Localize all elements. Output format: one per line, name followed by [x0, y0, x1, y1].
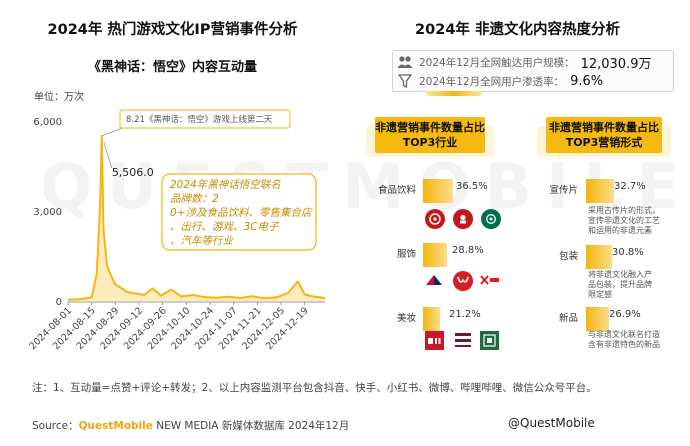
industry-header-line2: TOP3行业 [402, 136, 458, 149]
starbucks-logo [481, 209, 501, 229]
source-brand: QuestMobile [78, 420, 153, 432]
industry-panel-header: 非遗营销事件数量占比 TOP3行业 [375, 117, 485, 153]
footnote: 注：1、互动量=点赞+评论+转发；2、以上内容监测平台包含抖音、快手、小红书、微… [32, 382, 597, 394]
pechoin-logo [480, 331, 499, 350]
y-tick-label: 3,000 [33, 207, 62, 218]
stat-penetration-value: 9.6% [570, 73, 604, 89]
industry-bar-food [423, 179, 453, 203]
form-bar-promo-video [586, 179, 614, 203]
stat-users-label: 2024年12月全网触达用户规模： [419, 56, 575, 69]
industry-bar-apparel [423, 243, 447, 267]
form-pct-new-product: 26.9% [609, 309, 641, 320]
moutai-logo [425, 209, 445, 229]
unit-label: 单位：万次 [34, 90, 84, 103]
x-brand-logo [479, 274, 501, 286]
peak-callout-text: 8.21《黑神话：悟空》游戏上线第二天 [126, 114, 273, 125]
skii-logo [425, 331, 444, 350]
industry-pct-beauty: 21.2% [449, 309, 481, 320]
stats-accent-bar [426, 91, 482, 96]
industry-label-apparel: 服饰 [396, 249, 416, 260]
funnel-icon [397, 73, 413, 89]
kfc-logo [453, 209, 473, 229]
left-title: 2024年 热门游戏文化IP营销事件分析 [47, 22, 298, 38]
stat-penetration-label: 2024年12月全网用户渗透率： [419, 75, 565, 88]
industry-header-line1: 非遗营销事件数量占比 [375, 121, 485, 134]
industry-pct-food: 36.5% [456, 181, 488, 192]
form-note-promo-video: 采用古传片的形式，宣传非遗文化的工艺和运用的非遗元素 [588, 206, 660, 235]
industry-bar-beauty [423, 307, 441, 331]
form-pct-promo-video: 32.7% [614, 181, 646, 192]
lululemon-logo [453, 271, 473, 291]
form-header-line1: 非遗营销事件数量占比 [549, 121, 659, 134]
stat-users-value: 12,030.9万 [580, 56, 652, 72]
form-label-promo-video: 宣传片 [549, 185, 578, 196]
source-line: Source：QuestMobile NEW MEDIA 新媒体数据库 2024… [32, 418, 349, 433]
users-icon [397, 54, 413, 70]
form-bar-packaging [586, 245, 613, 269]
source-prefix: Source： [32, 420, 79, 432]
form-panel-header: 非遗营销事件数量占比 TOP3营销形式 [546, 117, 662, 153]
form-bar-new-product [586, 307, 610, 331]
form-header-line2: TOP3营销形式 [565, 136, 643, 149]
right-title: 2024年 非遗文化内容热度分析 [415, 22, 620, 38]
fila-logo [425, 274, 443, 286]
y-tick-label: 0 [56, 297, 62, 308]
left-subtitle: 《黑神话：悟空》内容互动量 [87, 60, 257, 75]
peak-value-leader [103, 141, 113, 168]
peak-value-label: 5,506.0 [112, 166, 154, 179]
stats-box: 2024年12月全网触达用户规模： 12,030.9万 2024年12月全网用户… [392, 50, 674, 92]
form-pct-packaging: 30.8% [612, 247, 644, 258]
peak-callout-leader [101, 127, 123, 137]
y-tick-label: 6,000 [33, 117, 62, 128]
industry-pct-apparel: 28.8% [452, 245, 484, 256]
brand-mark: @QuestMobile [508, 416, 595, 430]
form-note-new-product: 与非遗文化联名打造含有非遗特色的新品 [588, 330, 660, 349]
industry-label-beauty: 美妆 [396, 313, 416, 324]
stat-row-users: 2024年12月全网触达用户规模： 12,030.9万 [397, 53, 652, 72]
stat-row-penetration: 2024年12月全网用户渗透率： 9.6% [397, 72, 603, 90]
kans-logo [452, 331, 474, 350]
form-label-new-product: 新品 [558, 313, 578, 324]
industry-label-food: 食品饮料 [377, 185, 416, 196]
form-note-packaging: 将非遗文化融入产品包装，提升品牌限定感 [588, 270, 652, 299]
line-chart: 单位：万次 03,0006,000 2024-08-012024-08-1520… [27, 90, 326, 352]
form-label-packaging: 包装 [558, 251, 578, 262]
source-rest: NEW MEDIA 新媒体数据库 2024年12月 [152, 420, 350, 432]
